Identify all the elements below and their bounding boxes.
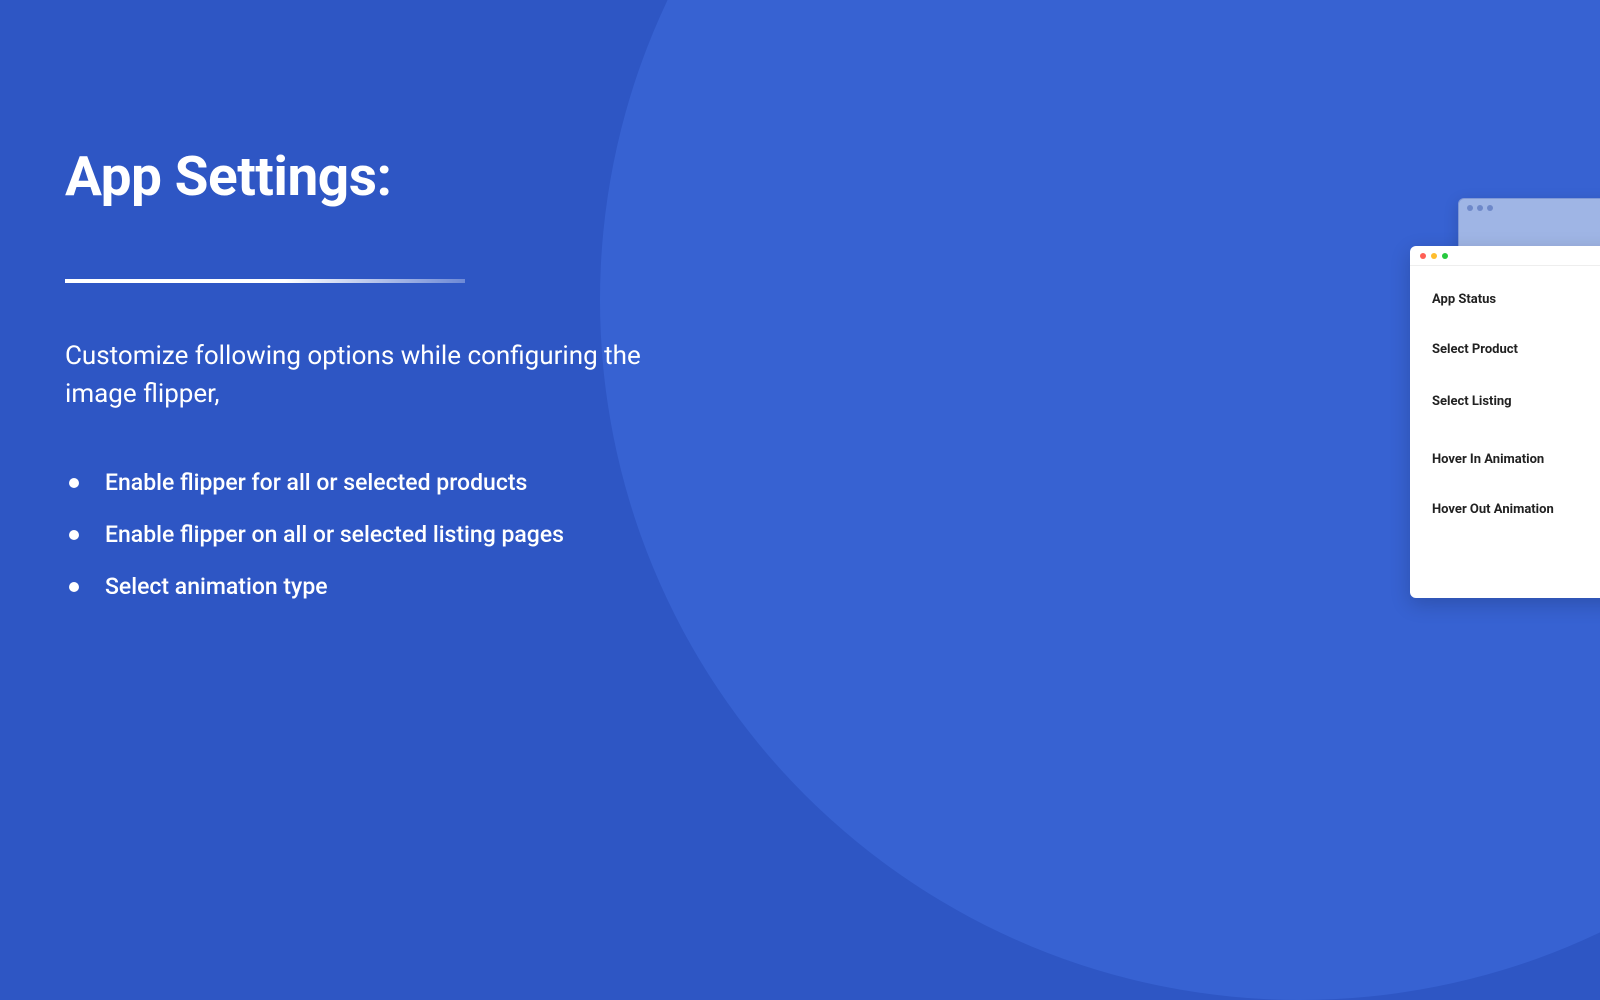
select-listing-label: Select Listing bbox=[1432, 388, 1600, 409]
settings-form: App Status Active ▴▾ Select Product All bbox=[1410, 266, 1600, 528]
window-titlebar bbox=[1410, 246, 1600, 266]
traffic-light-icon bbox=[1477, 205, 1483, 211]
form-row-app-status: App Status Active ▴▾ bbox=[1432, 286, 1600, 318]
traffic-light-icon bbox=[1467, 205, 1473, 211]
traffic-light-icon bbox=[1487, 205, 1493, 211]
minimize-icon[interactable] bbox=[1431, 253, 1437, 259]
divider-line bbox=[65, 279, 465, 283]
left-info-panel: App Settings: Customize following option… bbox=[65, 145, 665, 624]
close-icon[interactable] bbox=[1420, 253, 1426, 259]
hover-out-label: Hover Out Animation bbox=[1432, 496, 1600, 517]
page-subheading: Customize following options while config… bbox=[65, 338, 665, 413]
select-product-label: Select Product bbox=[1432, 336, 1600, 357]
maximize-icon[interactable] bbox=[1442, 253, 1448, 259]
window-titlebar bbox=[1459, 199, 1600, 217]
form-row-select-listing: Select Listing ×Home ×Category ×Search bbox=[1432, 388, 1600, 428]
button-row: Save bbox=[1410, 546, 1600, 578]
feature-list: Enable flipper for all or selected produ… bbox=[65, 468, 665, 602]
form-row-select-product: Select Product All Specific bbox=[1432, 336, 1600, 370]
app-status-label: App Status bbox=[1432, 286, 1600, 307]
settings-window: App Status Active ▴▾ Select Product All bbox=[1410, 246, 1600, 598]
feature-item: Enable flipper for all or selected produ… bbox=[65, 468, 665, 498]
hover-in-label: Hover In Animation bbox=[1432, 446, 1600, 467]
form-row-hover-in: Hover In Animation Rotate Clock ▴▾ bbox=[1432, 446, 1600, 478]
page-title: App Settings: bbox=[65, 145, 665, 209]
feature-item: Select animation type bbox=[65, 572, 665, 602]
form-row-hover-out: Hover Out Animation Rotate Clock ▴▾ bbox=[1432, 496, 1600, 528]
feature-item: Enable flipper on all or selected listin… bbox=[65, 520, 665, 550]
